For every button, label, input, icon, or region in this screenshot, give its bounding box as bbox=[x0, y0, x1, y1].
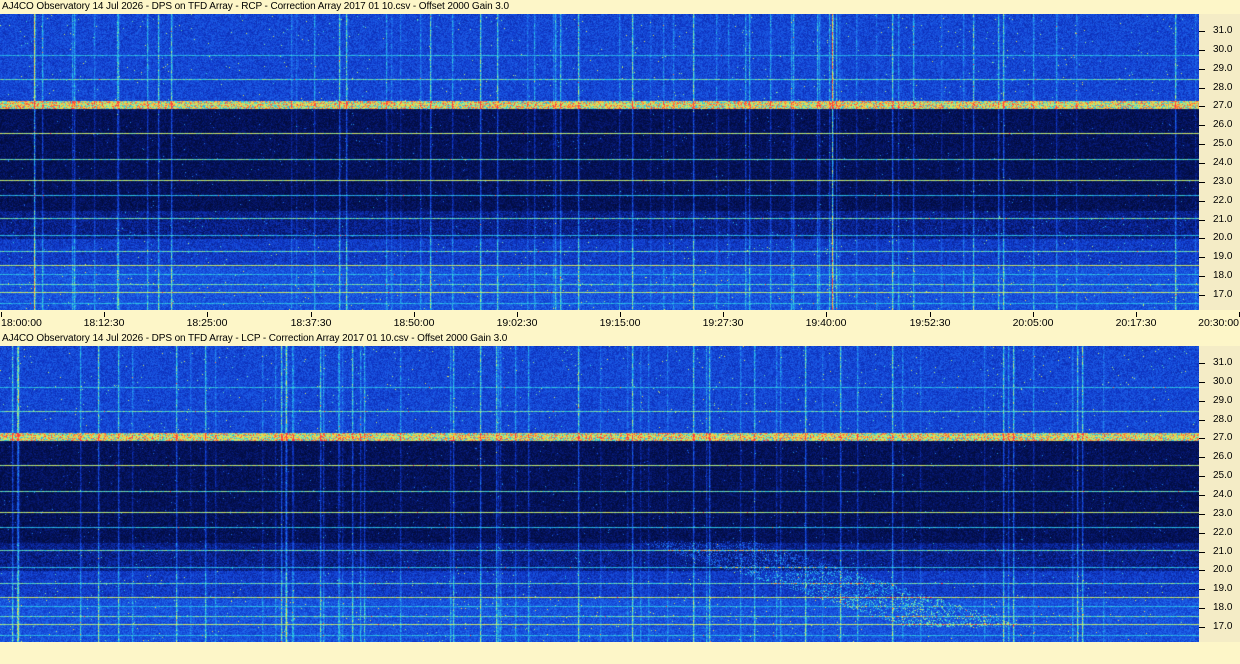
y-tick bbox=[1199, 295, 1205, 296]
x-tick-label: 19:15:00 bbox=[599, 317, 641, 329]
y-tick-label: 21.0 bbox=[1213, 214, 1233, 225]
y-tick-label: 30.0 bbox=[1213, 376, 1233, 387]
y-tick-label: 20.0 bbox=[1213, 232, 1233, 243]
y-tick-label: 25.0 bbox=[1213, 470, 1233, 481]
y-tick-label: 24.0 bbox=[1213, 157, 1233, 168]
y-tick bbox=[1199, 201, 1205, 202]
panel-title-lcp: AJ4CO Observatory 14 Jul 2026 - DPS on T… bbox=[2, 333, 508, 344]
y-tick-label: 19.0 bbox=[1213, 583, 1233, 594]
y-tick bbox=[1199, 420, 1205, 421]
x-tick-label: 19:40:00 bbox=[805, 317, 847, 329]
y-tick-label: 31.0 bbox=[1213, 357, 1233, 368]
spectrogram-canvas-lcp bbox=[0, 346, 1199, 642]
y-tick bbox=[1199, 570, 1205, 571]
y-tick bbox=[1199, 457, 1205, 458]
y-tick bbox=[1199, 363, 1205, 364]
y-tick-label: 26.0 bbox=[1213, 119, 1233, 130]
y-tick bbox=[1199, 50, 1205, 51]
y-tick bbox=[1199, 552, 1205, 553]
y-tick-label: 27.0 bbox=[1213, 100, 1233, 111]
y-tick-label: 23.0 bbox=[1213, 508, 1233, 519]
x-tick-label: 18:12:30 bbox=[83, 317, 125, 329]
spectrogram-lcp bbox=[0, 346, 1199, 642]
y-tick bbox=[1199, 163, 1205, 164]
y-tick-label: 31.0 bbox=[1213, 25, 1233, 36]
spectrogram-canvas-rcp bbox=[0, 14, 1199, 310]
y-tick bbox=[1199, 608, 1205, 609]
y-tick-label: 29.0 bbox=[1213, 63, 1233, 74]
y-tick-label: 21.0 bbox=[1213, 546, 1233, 557]
x-tick-label: 20:17:30 bbox=[1115, 317, 1157, 329]
x-tick-label: 20:30:00 bbox=[1198, 317, 1239, 329]
y-tick bbox=[1199, 144, 1205, 145]
x-tick-label: 20:05:00 bbox=[1012, 317, 1054, 329]
time-axis: 18:00:00 18:12:30 18:25:00 18:37:30 18:50:00… bbox=[0, 312, 1240, 330]
y-tick bbox=[1199, 476, 1205, 477]
x-tick-label: 18:50:00 bbox=[393, 317, 435, 329]
y-tick bbox=[1199, 238, 1205, 239]
frequency-axis-lcp: 31.0 30.0 29.0 28.0 27.0 26.0 25.0 24.0 23.0 22.0… bbox=[1199, 346, 1240, 642]
y-tick bbox=[1199, 495, 1205, 496]
y-tick-label: 27.0 bbox=[1213, 432, 1233, 443]
x-tick-label: 19:52:30 bbox=[909, 317, 951, 329]
y-tick-label: 22.0 bbox=[1213, 527, 1233, 538]
frequency-axis-rcp: 31.0 30.0 29.0 28.0 27.0 26.0 25.0 24.0 23.0 22.0… bbox=[1199, 14, 1240, 310]
y-tick bbox=[1199, 276, 1205, 277]
y-tick-label: 26.0 bbox=[1213, 451, 1233, 462]
y-tick-label: 23.0 bbox=[1213, 176, 1233, 187]
y-tick-label: 17.0 bbox=[1213, 621, 1233, 632]
y-tick bbox=[1199, 401, 1205, 402]
y-tick-label: 18.0 bbox=[1213, 270, 1233, 281]
y-tick bbox=[1199, 627, 1205, 628]
y-tick bbox=[1199, 382, 1205, 383]
y-tick bbox=[1199, 182, 1205, 183]
x-tick-label: 19:27:30 bbox=[702, 317, 744, 329]
y-tick bbox=[1199, 69, 1205, 70]
y-tick bbox=[1199, 106, 1205, 107]
y-tick-label: 28.0 bbox=[1213, 414, 1233, 425]
y-tick bbox=[1199, 589, 1205, 590]
y-tick bbox=[1199, 220, 1205, 221]
y-tick-label: 25.0 bbox=[1213, 138, 1233, 149]
y-tick-label: 24.0 bbox=[1213, 489, 1233, 500]
x-tick-label: 18:00:00 bbox=[1, 317, 42, 329]
y-tick bbox=[1199, 88, 1205, 89]
y-tick bbox=[1199, 125, 1205, 126]
y-tick-label: 22.0 bbox=[1213, 195, 1233, 206]
y-tick-label: 28.0 bbox=[1213, 82, 1233, 93]
y-tick-label: 20.0 bbox=[1213, 564, 1233, 575]
y-tick-label: 18.0 bbox=[1213, 602, 1233, 613]
x-tick-label: 18:25:00 bbox=[186, 317, 228, 329]
y-tick bbox=[1199, 438, 1205, 439]
y-tick-label: 17.0 bbox=[1213, 289, 1233, 300]
y-tick-label: 29.0 bbox=[1213, 395, 1233, 406]
y-tick bbox=[1199, 257, 1205, 258]
x-tick-label: 19:02:30 bbox=[496, 317, 538, 329]
x-tick-label: 18:37:30 bbox=[290, 317, 332, 329]
y-tick bbox=[1199, 31, 1205, 32]
y-tick-label: 30.0 bbox=[1213, 44, 1233, 55]
spectrogram-rcp bbox=[0, 14, 1199, 310]
y-tick bbox=[1199, 514, 1205, 515]
y-tick-label: 19.0 bbox=[1213, 251, 1233, 262]
y-tick bbox=[1199, 533, 1205, 534]
panel-title-rcp: AJ4CO Observatory 14 Jul 2026 - DPS on T… bbox=[2, 1, 509, 12]
